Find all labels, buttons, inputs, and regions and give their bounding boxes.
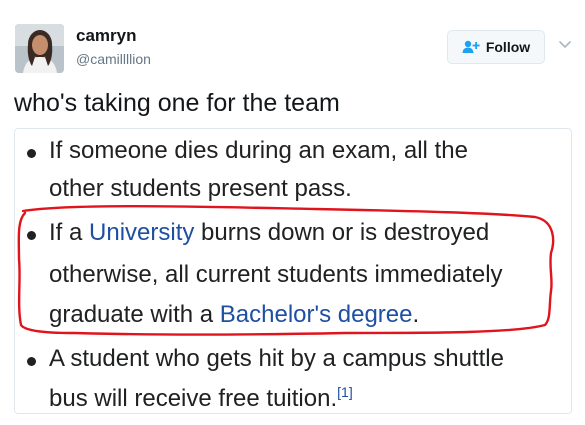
attached-image[interactable]: If someone dies during an exam, all the … — [14, 128, 572, 414]
user-handle[interactable]: @camillllion — [76, 50, 151, 68]
bullet-list: If someone dies during an exam, all the … — [15, 129, 571, 413]
display-name[interactable]: camryn — [76, 26, 136, 46]
chevron-down-icon[interactable] — [556, 36, 574, 54]
red-highlight-outline — [17, 205, 555, 336]
tweet-text: who's taking one for the team — [14, 89, 340, 117]
add-user-icon — [462, 40, 480, 53]
tweet-card: camryn @camillllion Follow who's taking … — [0, 0, 585, 425]
follow-label: Follow — [485, 39, 531, 55]
avatar[interactable] — [15, 24, 64, 73]
follow-button[interactable]: Follow — [447, 30, 545, 64]
avatar-image — [15, 24, 64, 73]
